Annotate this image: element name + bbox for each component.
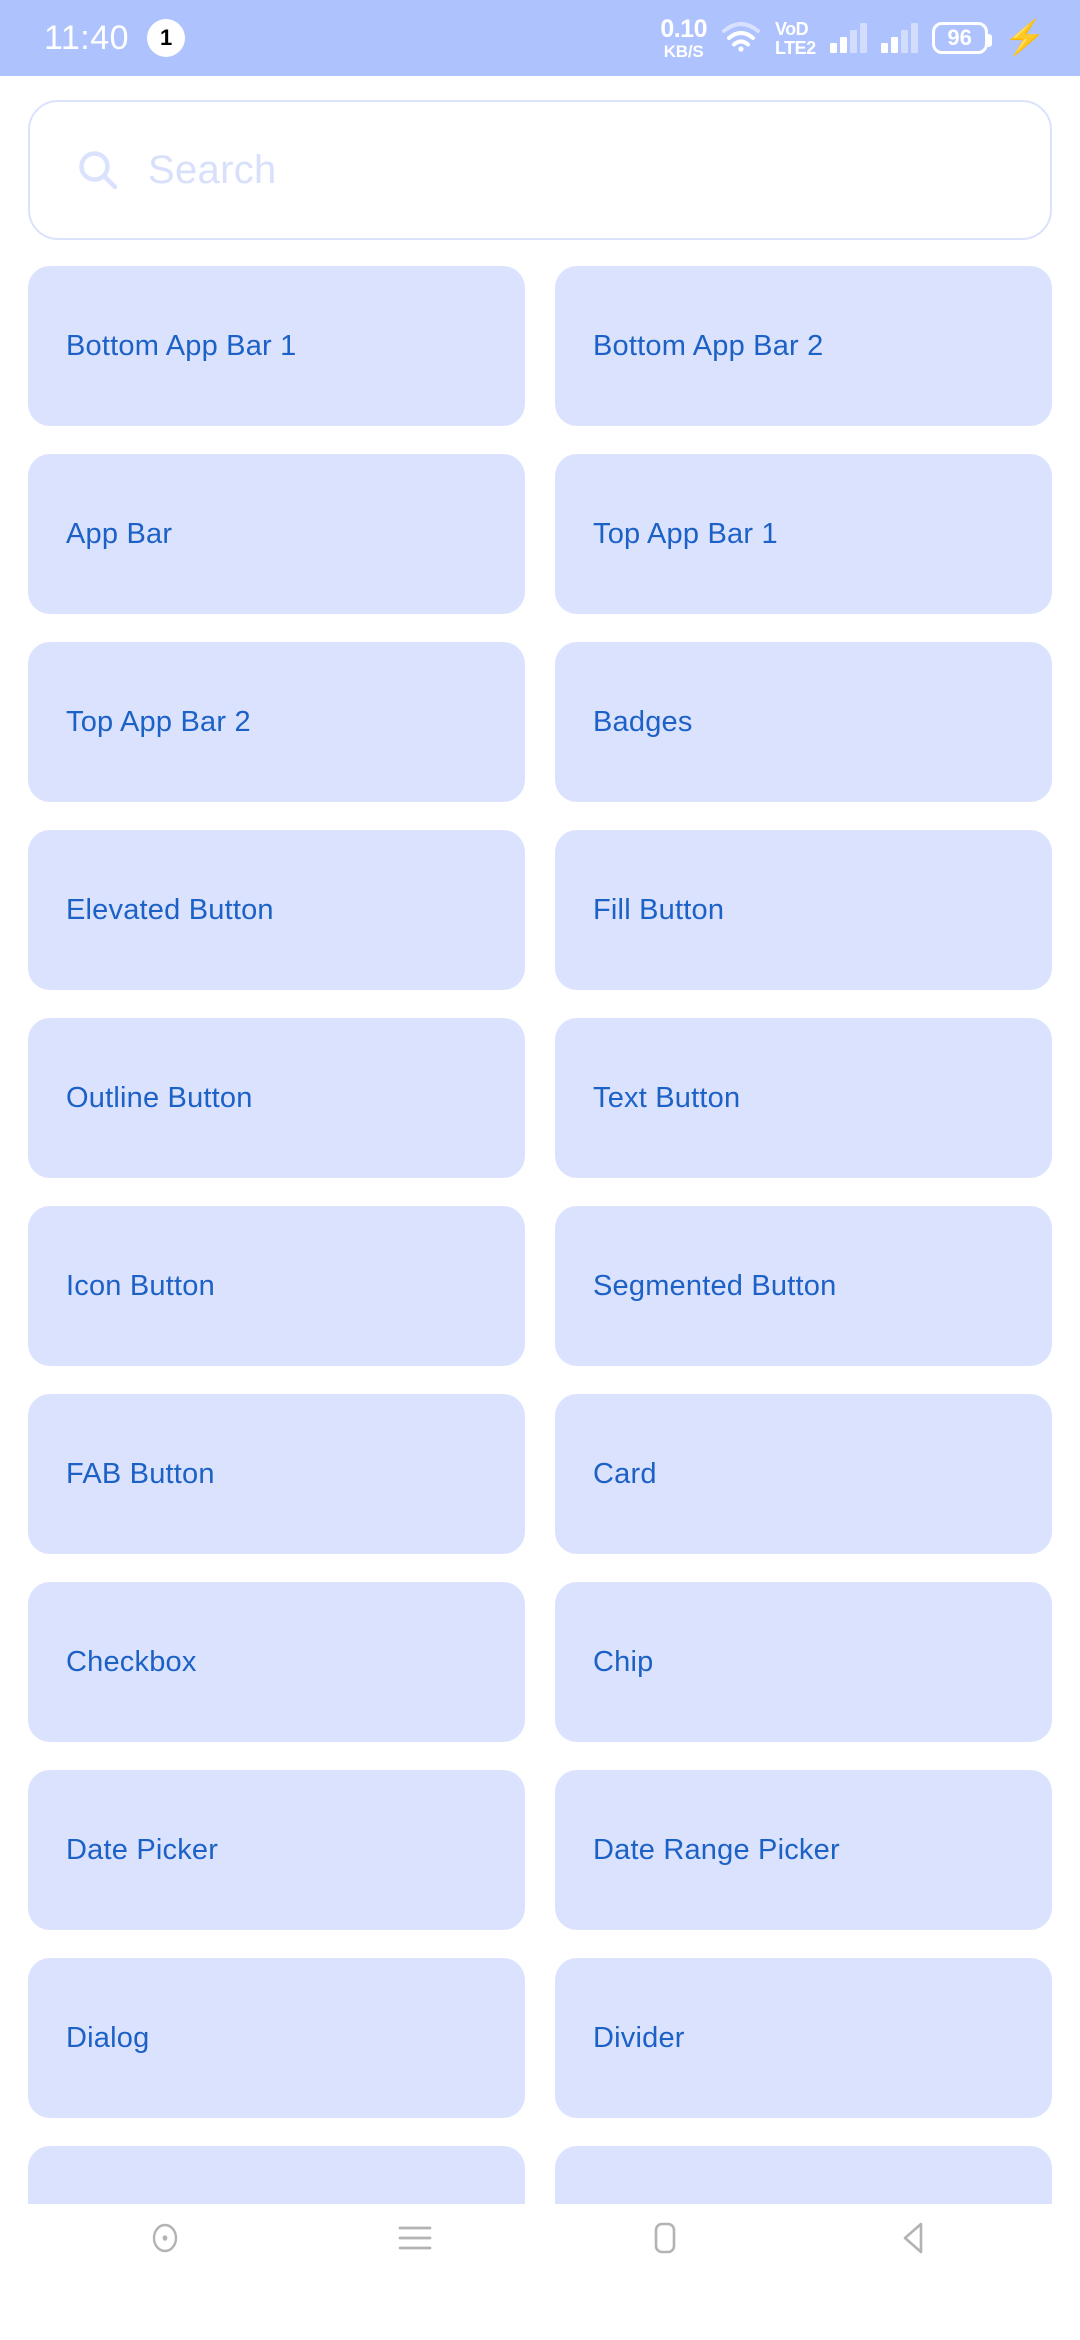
- grid-card[interactable]: Icon Button: [28, 1206, 525, 1366]
- grid-card-label: Date Range Picker: [593, 1833, 840, 1866]
- grid-card-label: Bottom App Bar 1: [66, 329, 297, 362]
- grid-card[interactable]: Checkbox: [28, 1582, 525, 1742]
- component-grid: Bottom App Bar 1 Bottom App Bar 2 App Bar T…: [0, 266, 1080, 2272]
- grid-card[interactable]: Date Picker: [28, 1770, 525, 1930]
- grid-card[interactable]: Bottom App Bar 1: [28, 266, 525, 426]
- system-navigation-bar: [0, 2204, 1080, 2272]
- grid-card[interactable]: Chip: [555, 1582, 1052, 1742]
- signal-bars-icon: [829, 23, 867, 53]
- back-icon[interactable]: [880, 2204, 950, 2272]
- search-container: Search: [0, 76, 1080, 240]
- grid-card-label: Outline Button: [66, 1081, 253, 1114]
- wifi-icon: [721, 19, 761, 58]
- grid-card-label: Top App Bar 1: [593, 517, 778, 550]
- battery-percent: 96: [947, 25, 972, 50]
- network-speed-unit: KB/S: [663, 41, 704, 61]
- battery-indicator: 96: [931, 22, 992, 54]
- grid-card[interactable]: Badges: [555, 642, 1052, 802]
- grid-card[interactable]: Elevated Button: [28, 830, 525, 990]
- grid-card-label: Fill Button: [593, 893, 725, 926]
- network-speed-indicator: 0.10 KB/S: [660, 14, 707, 61]
- grid-card-label: App Bar: [66, 517, 173, 550]
- grid-card-label: FAB Button: [66, 1457, 215, 1490]
- grid-card-label: Divider: [593, 2021, 685, 2054]
- grid-card[interactable]: Text Button: [555, 1018, 1052, 1178]
- grid-card[interactable]: Bottom App Bar 2: [555, 266, 1052, 426]
- grid-card-label: Chip: [593, 1645, 654, 1678]
- grid-card-label: Segmented Button: [593, 1269, 837, 1302]
- grid-card-label: Badges: [593, 705, 693, 738]
- search-icon: [74, 146, 122, 194]
- grid-card-label: Date Picker: [66, 1833, 219, 1866]
- volte-line-2: LTE2: [774, 37, 816, 58]
- grid-card[interactable]: Segmented Button: [555, 1206, 1052, 1366]
- grid-card[interactable]: Divider: [555, 1958, 1052, 2118]
- grid-card[interactable]: Top App Bar 2: [28, 642, 525, 802]
- grid-card[interactable]: Fill Button: [555, 830, 1052, 990]
- volte-line-1: VoD: [774, 18, 809, 39]
- grid-card-label: Dialog: [66, 2021, 150, 2054]
- status-bar-clock: 11:40: [44, 19, 130, 57]
- status-bar: 11:40 1 0.10 KB/S VoD LTE2 96 ⚡: [0, 0, 1080, 76]
- menu-icon[interactable]: [380, 2204, 450, 2272]
- grid-card-label: Bottom App Bar 2: [593, 329, 824, 362]
- status-bar-right: 0.10 KB/S VoD LTE2 96 ⚡: [660, 14, 1046, 61]
- grid-card-label: Top App Bar 2: [66, 705, 251, 738]
- main-content: Search Bottom App Bar 1 Bottom App Bar 2 A…: [0, 76, 1080, 2272]
- grid-card[interactable]: App Bar: [28, 454, 525, 614]
- grid-card-label: Elevated Button: [66, 893, 274, 926]
- network-speed-value: 0.10: [660, 14, 707, 43]
- volte-indicator: VoD LTE2: [775, 20, 816, 57]
- charging-bolt-icon: ⚡: [1003, 19, 1046, 57]
- grid-card[interactable]: FAB Button: [28, 1394, 525, 1554]
- grid-card-label: Icon Button: [66, 1269, 215, 1302]
- home-icon[interactable]: [630, 2204, 700, 2272]
- grid-card[interactable]: Dialog: [28, 1958, 525, 2118]
- grid-card-label: Checkbox: [66, 1645, 197, 1678]
- signal-bars-icon-2: [880, 23, 918, 53]
- search-input[interactable]: Search: [148, 148, 277, 193]
- status-bar-left: 11:40 1: [44, 19, 186, 57]
- grid-card[interactable]: Date Range Picker: [555, 1770, 1052, 1930]
- grid-card-label: Text Button: [593, 1081, 741, 1114]
- recent-dot-icon[interactable]: [130, 2204, 200, 2272]
- grid-card[interactable]: Top App Bar 1: [555, 454, 1052, 614]
- grid-card-label: Card: [593, 1457, 657, 1490]
- grid-card[interactable]: Outline Button: [28, 1018, 525, 1178]
- grid-card[interactable]: Card: [555, 1394, 1052, 1554]
- search-bar[interactable]: Search: [28, 100, 1052, 240]
- notification-count-badge: 1: [147, 19, 186, 57]
